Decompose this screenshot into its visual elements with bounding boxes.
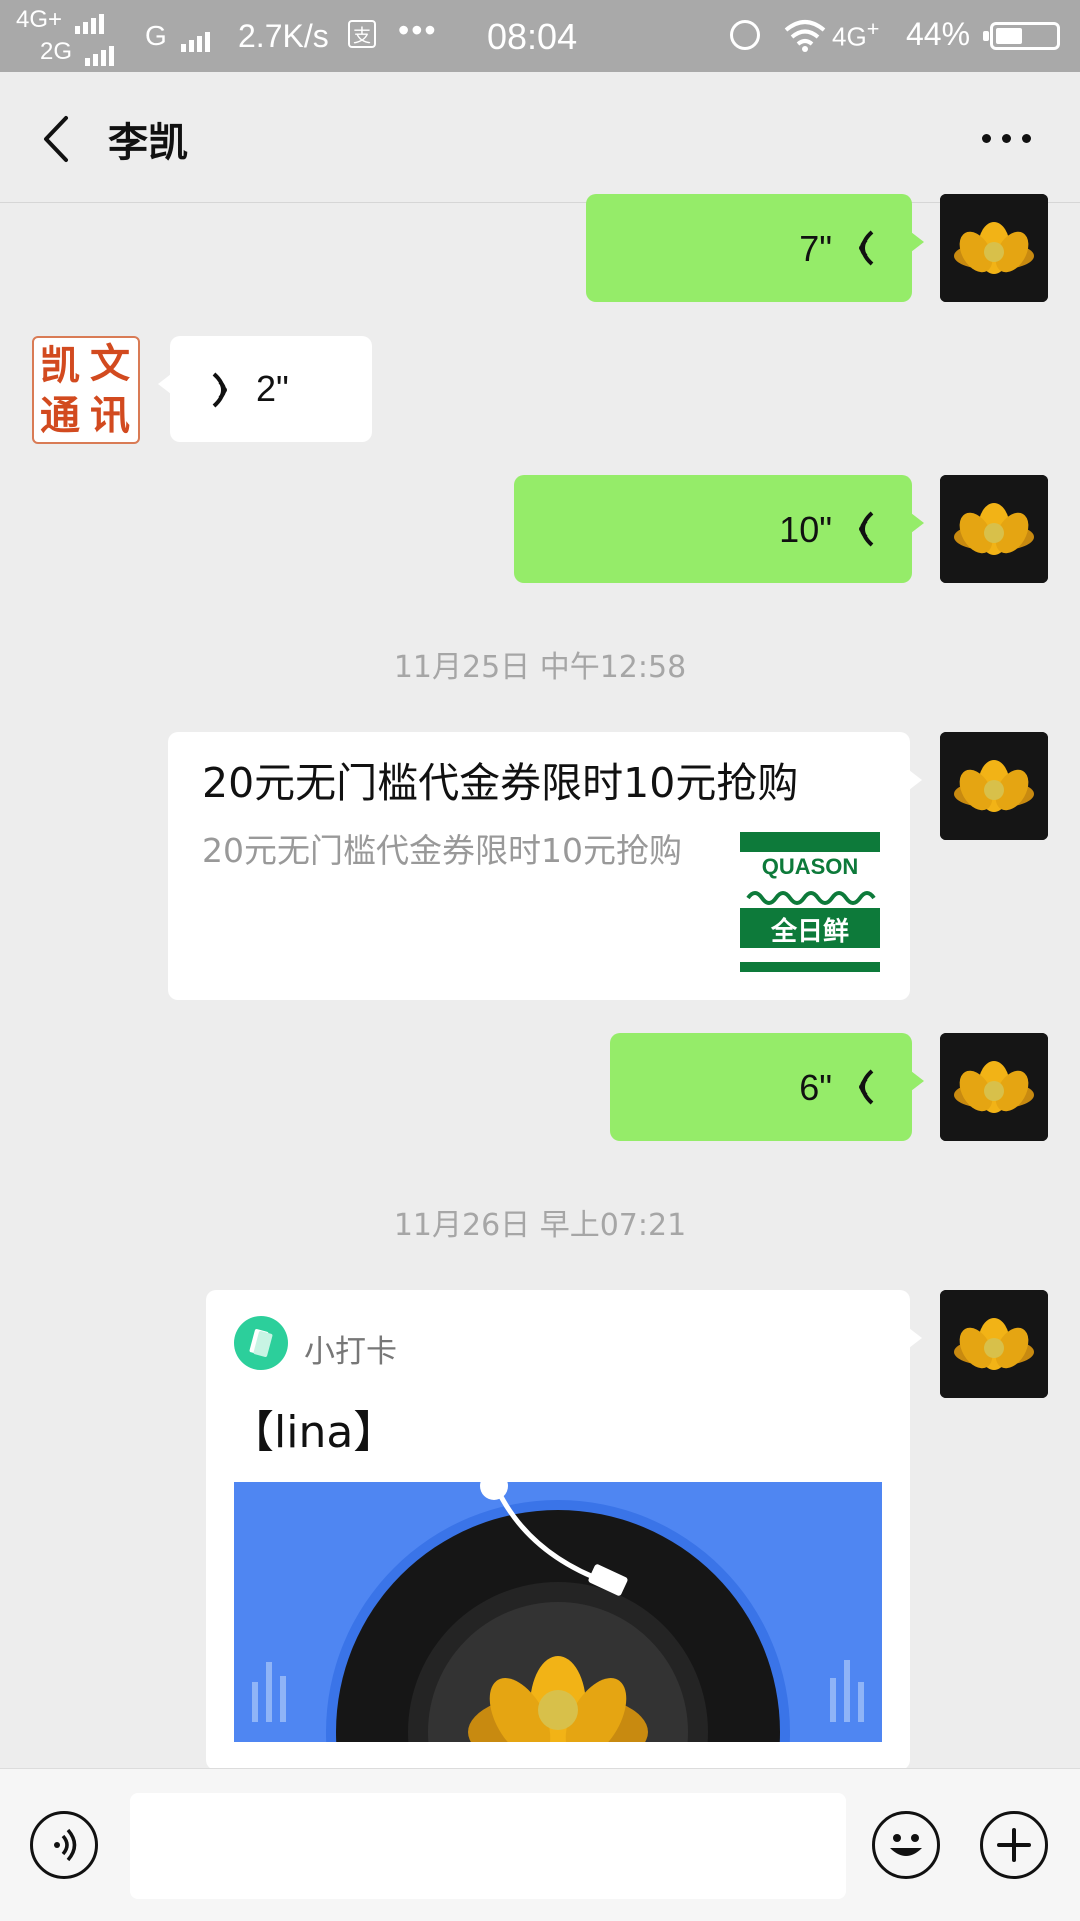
more-options-button[interactable] <box>978 122 1038 152</box>
voice-duration: 2" <box>256 368 289 409</box>
mini-program-name: 小打卡 <box>304 1334 397 1370</box>
network-speed: 2.7K/s <box>238 18 329 54</box>
emoji-button[interactable] <box>872 1811 940 1879</box>
voice-message-received[interactable]: 2" <box>158 336 372 442</box>
message-timestamp: 11月25日 中午12:58 <box>393 650 687 685</box>
chat-header: 李凯 <box>0 72 1080 203</box>
plus-button[interactable] <box>980 1811 1048 1879</box>
voice-wave-icon <box>859 1069 874 1105</box>
mini-program-icon <box>234 1316 288 1370</box>
voice-wave-icon <box>859 511 874 547</box>
voice-message-sent[interactable]: 10" <box>514 475 924 583</box>
status-bar: 4G+ 2G G 2.7K/s 支 ••• 08:04 4G+ 44% <box>0 0 1080 72</box>
chat-title: 李凯 <box>108 120 188 166</box>
thumb-brand: QUASON <box>762 854 859 879</box>
signal-bars-icon <box>84 38 117 66</box>
voice-toggle-button[interactable] <box>30 1811 98 1879</box>
mini-program-title: 【lina】 <box>230 1407 398 1458</box>
my-avatar[interactable] <box>940 475 1048 583</box>
voice-message-sent[interactable]: 7" <box>586 194 924 302</box>
avatar-char: 凯 <box>40 342 80 389</box>
emoji-icon <box>890 1834 922 1856</box>
voice-wave-icon <box>859 230 874 266</box>
wifi-icon <box>784 20 826 52</box>
thumb-text: 全日鲜 <box>770 916 849 947</box>
card-title: 20元无门槛代金券限时10元抢购 <box>202 759 799 807</box>
lotus-avatar-image <box>940 732 1048 840</box>
voice-duration: 6" <box>799 1067 832 1108</box>
my-avatar[interactable] <box>940 732 1048 840</box>
chat-input-bar <box>0 1768 1080 1921</box>
network-4g-plus: 4G+ <box>16 6 107 34</box>
network-4g: 4G+ <box>832 16 880 52</box>
battery-icon <box>983 22 1060 50</box>
voice-wave-icon <box>212 372 227 408</box>
avatar-char: 通 <box>40 392 80 439</box>
link-card-message[interactable]: 20元无门槛代金券限时10元抢购 20元无门槛代金券限时10元抢购 QUASON… <box>168 732 922 1000</box>
card-thumbnail: QUASON 全日鲜 <box>740 832 880 972</box>
voice-duration: 10" <box>779 509 832 550</box>
lotus-avatar-image <box>940 1290 1048 1398</box>
network-2g: 2G <box>40 38 117 66</box>
card-description: 20元无门槛代金券限时10元抢购 <box>202 831 682 870</box>
lotus-avatar-image <box>940 194 1048 302</box>
my-avatar[interactable] <box>940 1290 1048 1398</box>
voice-icon <box>54 1828 77 1862</box>
lotus-avatar-image <box>940 1033 1048 1141</box>
alarm-icon <box>730 20 760 50</box>
clock: 08:04 <box>487 16 578 57</box>
status-overflow-icon: ••• <box>398 12 438 48</box>
message-input[interactable] <box>130 1793 846 1899</box>
my-avatar[interactable] <box>940 194 1048 302</box>
voice-message-sent[interactable]: 6" <box>610 1033 924 1141</box>
back-chevron-icon[interactable] <box>38 114 78 164</box>
mini-program-card[interactable]: 小打卡 【lina】 <box>206 1290 922 1770</box>
mini-program-cover-image <box>234 1482 882 1742</box>
network-g: G <box>145 20 213 52</box>
lotus-avatar-image <box>940 475 1048 583</box>
contact-avatar[interactable]: 凯 文 通 讯 <box>32 336 140 444</box>
signal-bars-icon <box>180 20 213 52</box>
signal-bars-icon <box>74 6 107 34</box>
my-avatar[interactable] <box>940 1033 1048 1141</box>
alipay-icon: 支 <box>348 20 376 48</box>
message-timestamp: 11月26日 早上07:21 <box>393 1208 687 1243</box>
voice-duration: 7" <box>799 228 832 269</box>
plus-icon <box>997 1828 1031 1862</box>
battery-percent: 44% <box>906 16 971 52</box>
avatar-char: 讯 <box>90 392 130 439</box>
avatar-char: 文 <box>90 340 130 387</box>
